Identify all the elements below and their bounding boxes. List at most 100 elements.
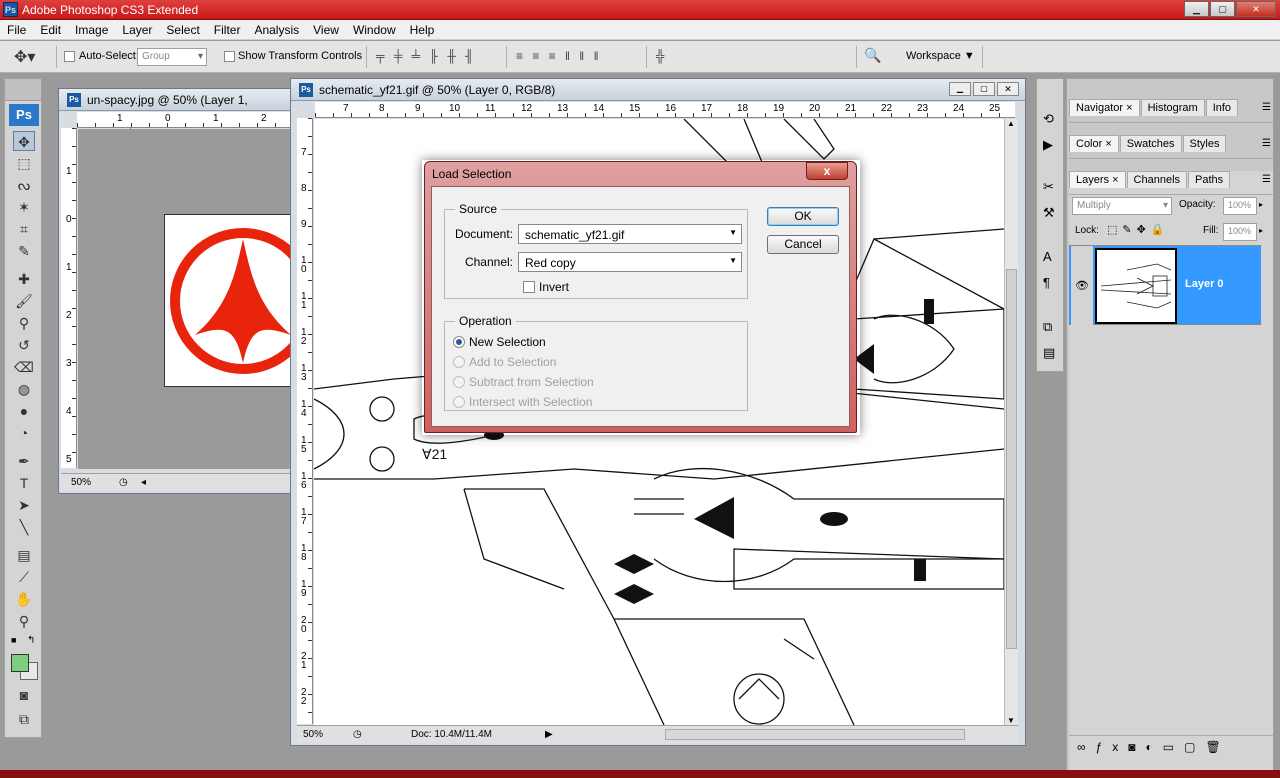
menu-analysis[interactable]: Analysis	[247, 23, 306, 37]
close-icon[interactable]: ×	[1105, 138, 1111, 150]
tab-channels[interactable]: Channels	[1126, 171, 1188, 188]
default-colors-icon[interactable]: ■	[11, 635, 16, 645]
canvas-area[interactable]	[78, 129, 316, 469]
doc-minimize-icon[interactable]: ▁	[949, 82, 971, 96]
layer-name[interactable]: Layer 0	[1185, 278, 1224, 290]
panel-menu-icon[interactable]: ☰	[1262, 138, 1271, 149]
invert-checkbox[interactable]	[523, 281, 535, 293]
character-panel-icon[interactable]: A	[1043, 249, 1052, 264]
marquee-tool-icon[interactable]: ⬚	[13, 153, 35, 173]
new-selection-label[interactable]: New Selection	[469, 335, 546, 349]
adjustment-layer-icon[interactable]: ◐	[1146, 740, 1163, 754]
eyedropper-tool-icon[interactable]: ⟋	[13, 567, 35, 587]
notes-tool-icon[interactable]: ▤	[13, 545, 35, 565]
scroll-down-icon[interactable]: ▼	[1007, 716, 1015, 725]
tab-navigator[interactable]: Navigator ×	[1069, 99, 1140, 116]
screen-mode-icon[interactable]: ⧉	[13, 709, 35, 729]
pen-tool-icon[interactable]: ✒	[13, 451, 35, 471]
paragraph-panel-icon[interactable]: ¶	[1043, 275, 1050, 290]
magic-wand-tool-icon[interactable]: ✶	[13, 197, 35, 217]
minimize-button[interactable]: ▁	[1184, 1, 1209, 17]
blur-tool-icon[interactable]: ●	[13, 401, 35, 421]
healing-brush-tool-icon[interactable]: ✚	[13, 269, 35, 289]
layer-visibility-eye-icon[interactable]: 👁	[1071, 246, 1093, 326]
history-panel-icon[interactable]: ⟲	[1043, 111, 1054, 127]
status-menu-icon[interactable]: ◷	[353, 726, 362, 743]
clone-stamp-tool-icon[interactable]: ⚲	[13, 313, 35, 333]
status-arrow-icon[interactable]: ▶	[545, 726, 553, 743]
add-to-selection-label[interactable]: Add to Selection	[469, 355, 556, 369]
layer-row[interactable]: 👁 Layer 0	[1069, 245, 1261, 326]
distribute-icons[interactable]: ≡ ≡ ≡ ‖ ‖ ‖	[516, 49, 602, 63]
intersect-with-selection-label[interactable]: Intersect with Selection	[469, 395, 592, 409]
new-group-icon[interactable]: ▭	[1163, 740, 1184, 754]
menu-file[interactable]: File	[0, 23, 33, 37]
document-tab-schematic[interactable]: Ps schematic_yf21.gif @ 50% (Layer 0, RG…	[291, 79, 1025, 101]
eraser-tool-icon[interactable]: ⌫	[13, 357, 35, 377]
document-select[interactable]: schematic_yf21.gif ▼	[518, 224, 742, 244]
menu-select[interactable]: Select	[159, 23, 206, 37]
menu-view[interactable]: View	[306, 23, 346, 37]
layer-style-icon[interactable]: ƒx	[1096, 740, 1129, 754]
add-to-selection-radio[interactable]	[453, 356, 465, 368]
close-button[interactable]: ✕	[1236, 1, 1276, 17]
tools-panel-header[interactable]	[5, 79, 41, 101]
horizontal-scrollbar[interactable]	[665, 729, 965, 740]
cancel-button[interactable]: Cancel	[767, 235, 839, 254]
tab-swatches[interactable]: Swatches	[1119, 135, 1182, 152]
bridge-icon[interactable]: 🔍	[864, 47, 881, 64]
opacity-input[interactable]: 100%	[1223, 197, 1257, 215]
doc-close-icon[interactable]: ✕	[997, 82, 1019, 96]
auto-align-icon[interactable]: ╬	[656, 49, 665, 63]
menu-window[interactable]: Window	[346, 23, 403, 37]
dialog-close-button[interactable]: x	[806, 162, 848, 180]
foreground-color-swatch[interactable]	[11, 654, 29, 672]
status-menu-icon[interactable]: ◷	[119, 474, 128, 491]
tab-layers[interactable]: Layers ×	[1069, 171, 1126, 188]
fill-input[interactable]: 100%	[1223, 223, 1257, 241]
menu-edit[interactable]: Edit	[33, 23, 68, 37]
move-tool-icon[interactable]: ✥	[13, 131, 35, 151]
opacity-stepper-icon[interactable]: ▸	[1259, 200, 1263, 209]
slice-tool-icon[interactable]: ✎	[13, 241, 35, 261]
workspace-button[interactable]: Workspace ▼	[906, 50, 975, 62]
layer-comps-icon[interactable]: ⧉	[1043, 319, 1052, 335]
zoom-tool-icon[interactable]: ⚲	[13, 611, 35, 631]
actions-panel-icon[interactable]: ▶	[1043, 137, 1053, 153]
scroll-up-icon[interactable]: ▲	[1007, 119, 1015, 128]
brush-tool-icon[interactable]: 🖌	[13, 291, 35, 311]
auto-select-checkbox[interactable]	[64, 51, 75, 62]
clone-source-icon[interactable]: ▤	[1043, 345, 1055, 361]
ok-button[interactable]: OK	[767, 207, 839, 226]
menu-help[interactable]: Help	[403, 23, 442, 37]
brushes-panel-icon[interactable]: ⚒	[1043, 205, 1055, 221]
zoom-level[interactable]: 50%	[303, 726, 323, 743]
fill-stepper-icon[interactable]: ▸	[1259, 226, 1263, 235]
tab-histogram[interactable]: Histogram	[1140, 99, 1205, 116]
layer-mask-icon[interactable]: ◙	[1128, 740, 1145, 754]
zoom-level[interactable]: 50%	[71, 474, 91, 491]
link-layers-icon[interactable]: ∞	[1077, 740, 1096, 754]
subtract-from-selection-label[interactable]: Subtract from Selection	[469, 375, 594, 389]
scrollbar-thumb[interactable]	[1006, 269, 1017, 649]
intersect-with-selection-radio[interactable]	[453, 396, 465, 408]
close-icon[interactable]: ×	[1126, 102, 1132, 114]
vertical-scrollbar[interactable]: ▲ ▼	[1004, 119, 1018, 725]
tab-paths[interactable]: Paths	[1188, 171, 1231, 188]
document-tab-un-spacy[interactable]: Ps un-spacy.jpg @ 50% (Layer 1, RGB/8#)	[59, 89, 297, 129]
scroll-left-icon[interactable]: ◂	[141, 474, 146, 491]
menu-layer[interactable]: Layer	[115, 23, 159, 37]
lasso-tool-icon[interactable]: ᔓ	[13, 175, 35, 195]
panel-menu-icon[interactable]: ☰	[1262, 102, 1271, 113]
menu-filter[interactable]: Filter	[207, 23, 248, 37]
path-selection-tool-icon[interactable]: ➤	[13, 495, 35, 515]
menu-image[interactable]: Image	[68, 23, 115, 37]
dodge-tool-icon[interactable]: ◔	[13, 423, 35, 443]
hand-tool-icon[interactable]: ✋	[13, 589, 35, 609]
paint-bucket-tool-icon[interactable]: ◍	[13, 379, 35, 399]
new-selection-radio[interactable]	[453, 336, 465, 348]
panel-menu-icon[interactable]: ☰	[1262, 174, 1271, 185]
tab-info[interactable]: Info	[1205, 99, 1239, 116]
maximize-button[interactable]: ▢	[1210, 1, 1235, 17]
type-tool-icon[interactable]: T	[13, 473, 35, 493]
